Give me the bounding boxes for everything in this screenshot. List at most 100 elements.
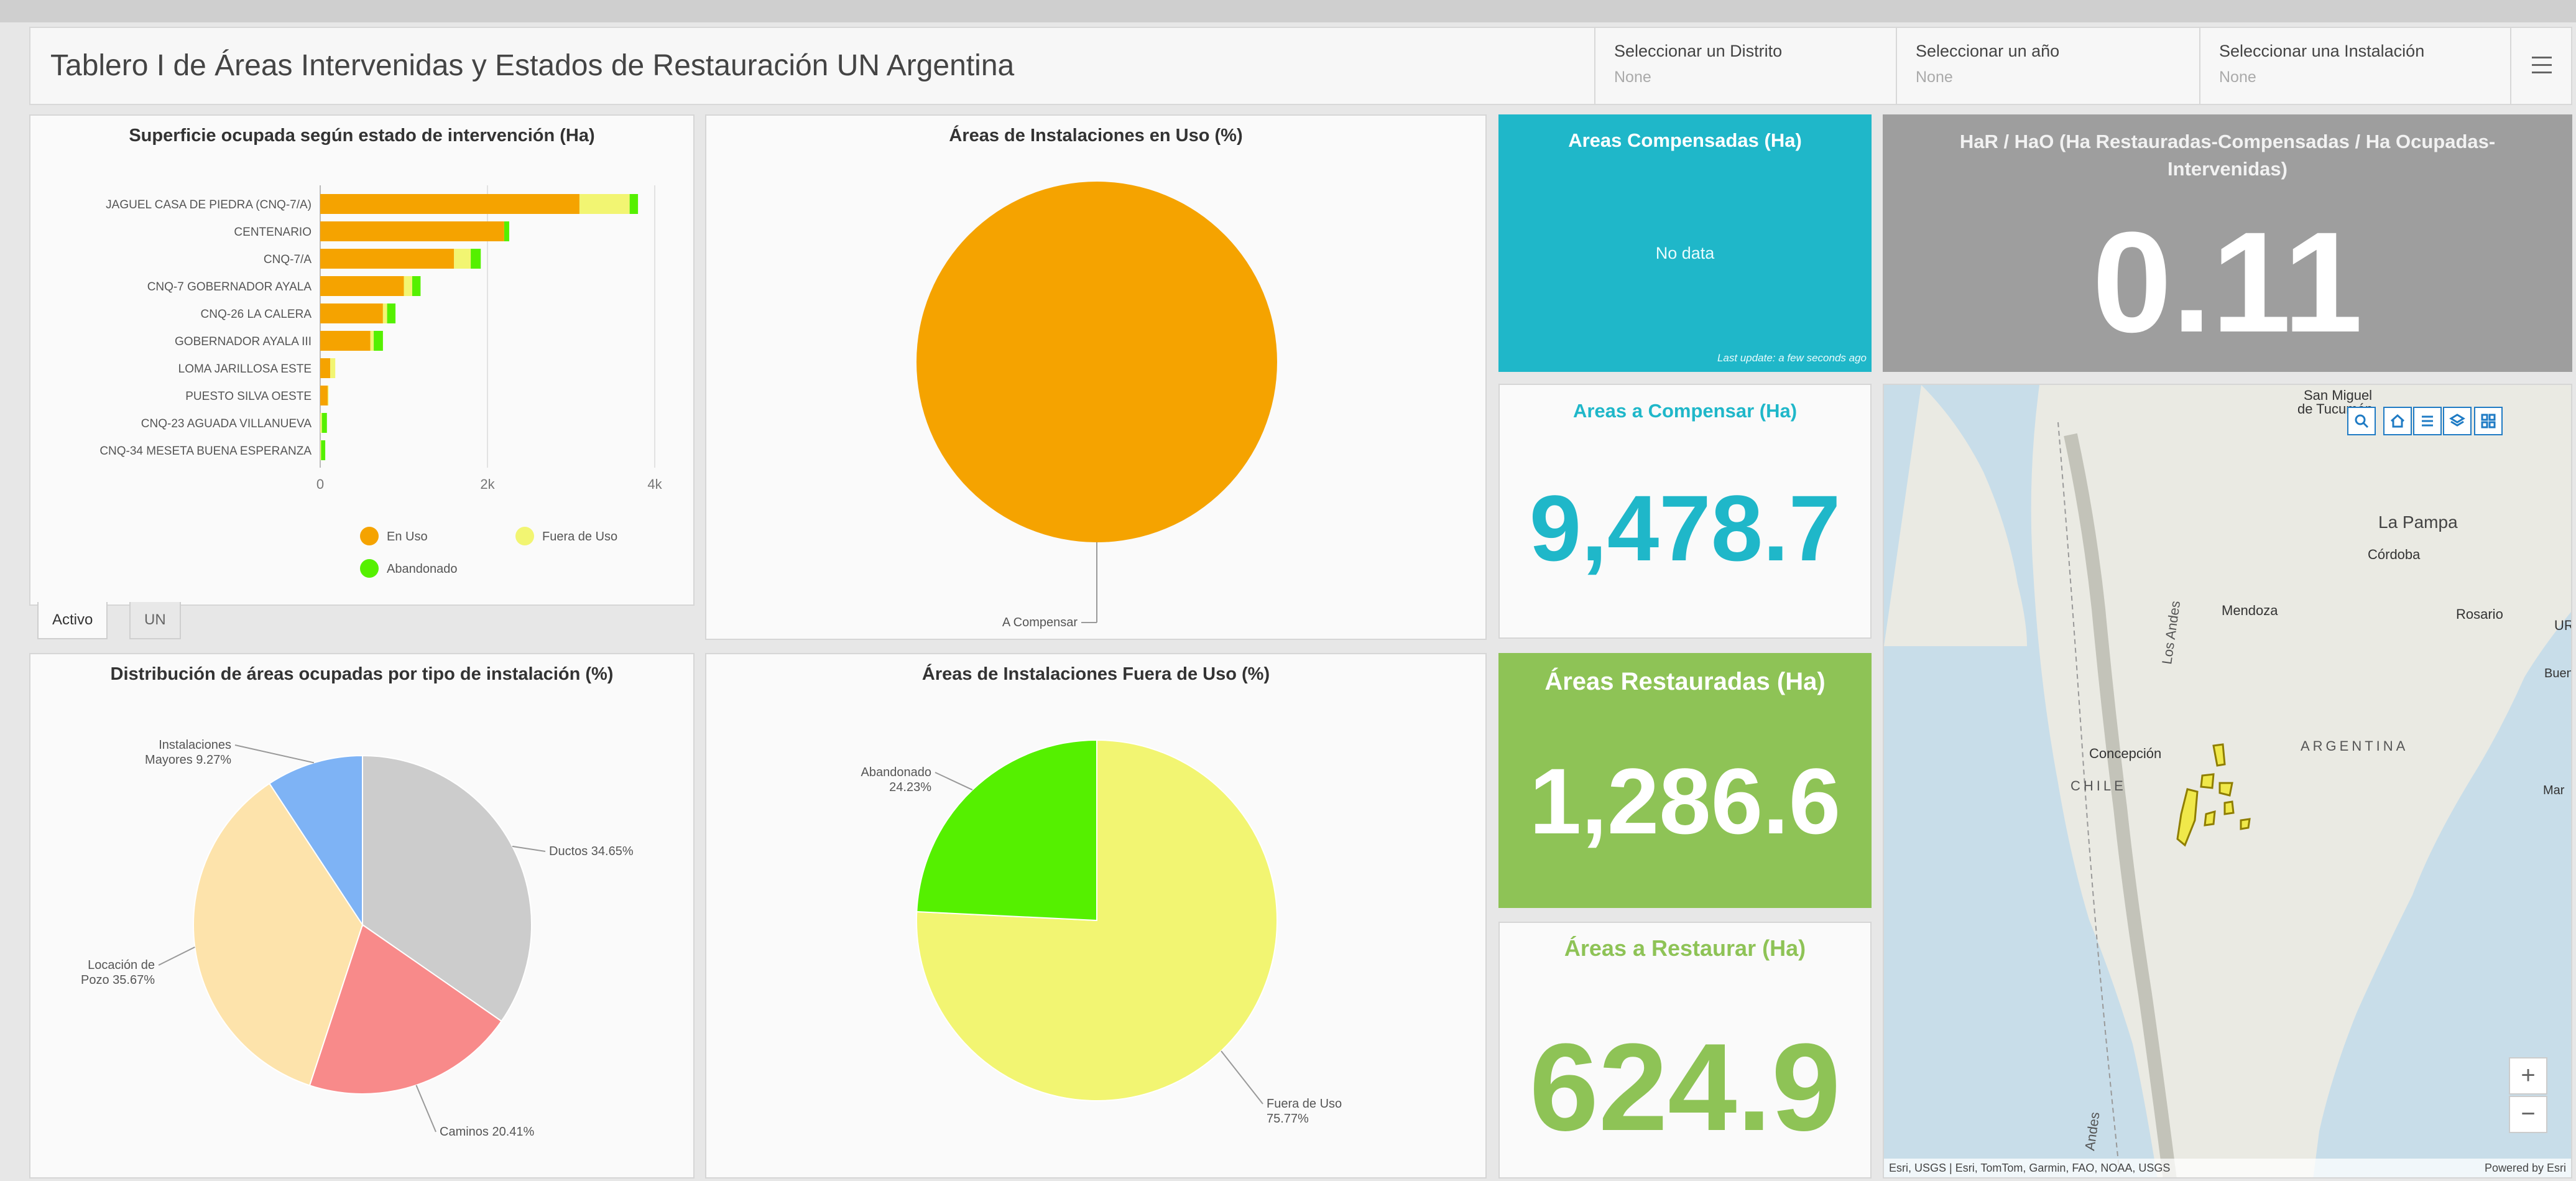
category-label: CNQ-26 LA CALERA <box>201 308 312 321</box>
kpi-a-compensar-title: Areas a Compensar (Ha) <box>1572 400 1798 422</box>
pie-type-chart: Ductos 34.65% Caminos 20.41% Locación dePo… <box>81 738 634 1139</box>
pie-leader-line <box>935 772 973 790</box>
pie-in-use-panel: Áreas de Instalaciones en Uso (%) A Comp… <box>705 114 1487 640</box>
year-selector-label: Seleccionar un año <box>1916 42 2060 60</box>
x-tick-label: 0 <box>316 476 324 492</box>
kpi-compensadas-note: Last update: a few seconds ago <box>1717 352 1867 364</box>
bar-en-uso <box>320 249 455 269</box>
kpi-a-compensar-value: 9,478.7 <box>1529 476 1841 580</box>
bar-abandonado <box>629 194 639 214</box>
installation-selector[interactable]: Seleccionar una Instalación None <box>2199 28 2511 104</box>
kpi-restauradas-title: Áreas Restauradas (Ha) <box>1544 668 1826 695</box>
pie-leader-line <box>415 1085 436 1132</box>
bar-abandonado <box>321 413 327 433</box>
bar-fuera-de-uso <box>579 194 630 214</box>
map-layers-button[interactable] <box>2443 407 2472 435</box>
bar-en-uso <box>320 194 579 214</box>
map-label-chile: CHILE <box>2070 778 2126 794</box>
bar-abandonado <box>374 331 383 351</box>
dashboard-header: Tablero I de Áreas Intervenidas y Estado… <box>29 27 2572 105</box>
kpi-compensadas-title: Areas Compensadas (Ha) <box>1568 129 1802 151</box>
category-label: CENTENARIO <box>234 226 312 239</box>
pie-slice-abandonado <box>916 739 1097 922</box>
legend-label-fuera-de-uso: Fuera de Uso <box>542 530 617 544</box>
kpi-restauradas-panel: Áreas Restauradas (Ha) 1,286.6 <box>1498 653 1872 908</box>
hamburger-menu-icon <box>2532 57 2552 74</box>
map-canvas[interactable]: San Miguel de Tucumán La Pampa Córdoba M… <box>1884 385 2572 1179</box>
pie-leader-line <box>1221 1050 1263 1105</box>
kpi-compensadas-value: No data <box>1655 244 1715 262</box>
map-attribution: Esri, USGS | Esri, TomTom, Garmin, FAO, … <box>1889 1162 2171 1174</box>
kpi-a-restaurar-value: 624.9 <box>1529 1018 1841 1157</box>
map-legend-button[interactable] <box>2413 407 2442 435</box>
bar-fuera-de-uso <box>454 249 471 269</box>
x-tick-label: 4k <box>647 476 662 492</box>
map-label-argentina: ARGENTINA <box>2301 738 2408 754</box>
pie-leader-line <box>234 744 315 764</box>
hamburger-menu-button[interactable] <box>2510 28 2571 104</box>
installation-selector-label: Seleccionar una Instalación <box>2219 42 2425 60</box>
map-label-mendoza: Mendoza <box>2222 603 2278 618</box>
pie-in-use-chart: A Compensar <box>916 182 1277 629</box>
map-label-cordoba: Córdoba <box>2368 547 2421 562</box>
kpi-hr-ho-panel: HaR / HaO (Ha Restauradas-Compensadas / … <box>1883 114 2572 372</box>
map-search-button[interactable] <box>2347 407 2376 435</box>
map-label-ur: UR <box>2554 618 2572 633</box>
map-basemap-button[interactable] <box>2474 407 2503 435</box>
bar-fuera-de-uso <box>320 440 321 460</box>
kpi-a-compensar-panel: Areas a Compensar (Ha) 9,478.7 <box>1498 384 1872 639</box>
year-selector[interactable]: Seleccionar un año None <box>1896 28 2199 104</box>
pie-label-fuera-de-uso: Fuera de Uso <box>1267 1097 1342 1111</box>
pie-leader-line <box>512 845 546 852</box>
bar-abandonado <box>504 221 509 241</box>
map-attribution-bar: Esri, USGS | Esri, TomTom, Garmin, FAO, … <box>1884 1159 2571 1177</box>
map-label-la-pampa: La Pampa <box>2378 512 2458 532</box>
kpi-a-restaurar-title: Áreas a Restaurar (Ha) <box>1564 935 1806 961</box>
pie-label-instalaciones-mayores: Instalaciones <box>159 738 231 752</box>
bar-fuera-de-uso <box>404 276 412 296</box>
map-home-button[interactable] <box>2383 407 2412 435</box>
bar-chart-panel: Superficie ocupada según estado de inter… <box>29 114 695 606</box>
district-selector-value: None <box>1614 68 1651 86</box>
bar-fuera-de-uso <box>382 303 387 323</box>
bar-chart: 0 2k 4k JAGUEL CASA DE PIEDRA (CNQ-7/A) CENT… <box>99 185 663 578</box>
bar-abandonado <box>321 440 326 460</box>
pie-leader-line <box>158 946 195 966</box>
pie-label-locacion-de-pozo: Pozo 35.67% <box>81 973 155 987</box>
map-zoom-in-button[interactable]: + <box>2509 1057 2547 1095</box>
bar-en-uso <box>320 331 371 351</box>
pie-slice-a-compensar <box>916 182 1277 542</box>
bar-en-uso <box>320 386 328 405</box>
pie-label-a-compensar: A Compensar <box>1002 616 1078 629</box>
layers-icon <box>2449 414 2465 427</box>
search-icon <box>2355 414 2369 428</box>
pie-label-locacion-de-pozo: Locación de <box>88 958 155 972</box>
pie-label-fuera-de-uso: 75.77% <box>1267 1112 1309 1126</box>
map-powered-by[interactable]: Powered by Esri <box>2485 1162 2566 1175</box>
map-zoom-out-button[interactable]: − <box>2509 1096 2547 1133</box>
bar-en-uso <box>320 276 404 296</box>
map-label-buenos-aires: Buenos A <box>2544 667 2572 680</box>
bar-en-uso <box>320 303 383 323</box>
bar-fuera-de-uso <box>330 358 336 378</box>
category-label: JAGUEL CASA DE PIEDRA (CNQ-7/A) <box>106 198 312 211</box>
tab-activo[interactable]: Activo <box>37 602 108 639</box>
legend-label-abandonado: Abandonado <box>387 562 457 576</box>
category-label: LOMA JARILLOSA ESTE <box>178 363 312 376</box>
tab-un[interactable]: UN <box>129 602 181 639</box>
map-panel[interactable]: San Miguel de Tucumán La Pampa Córdoba M… <box>1883 384 2572 1179</box>
page-title: Tablero I de Áreas Intervenidas y Estado… <box>50 49 1015 82</box>
legend-label-en-uso: En Uso <box>387 530 428 544</box>
pie-out-use-chart: Fuera de Uso75.77% Abandonado24.23% <box>861 739 1342 1126</box>
bar-abandonado <box>387 303 396 323</box>
bar-en-uso <box>320 221 504 241</box>
map-label-rosario: Rosario <box>2456 606 2503 622</box>
district-selector[interactable]: Seleccionar un Distrito None <box>1594 28 1896 104</box>
legend-swatch-en-uso <box>360 527 379 545</box>
map-label-concepcion: Concepción <box>2089 746 2161 761</box>
legend-icon <box>2422 415 2433 427</box>
year-selector-value: None <box>1916 68 1953 86</box>
pie-label-abandonado: 24.23% <box>889 780 931 794</box>
kpi-compensadas-panel: Areas Compensadas (Ha) No data Last upda… <box>1498 114 1872 372</box>
category-label: CNQ-34 MESETA BUENA ESPERANZA <box>99 445 312 458</box>
